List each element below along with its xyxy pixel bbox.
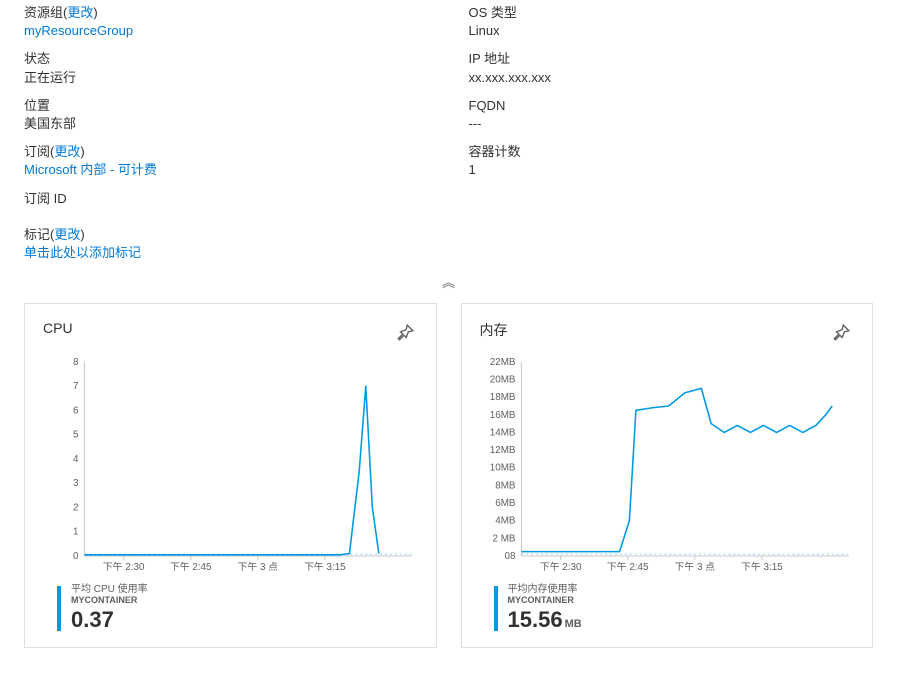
tags-add-link[interactable]: 单击此处以添加标记 xyxy=(24,244,873,262)
prop-value: --- xyxy=(469,115,874,133)
svg-text:7: 7 xyxy=(73,381,78,392)
subscription-change-link[interactable]: 更改 xyxy=(54,144,80,159)
svg-text:下午 2:45: 下午 2:45 xyxy=(606,560,648,573)
svg-text:18MB: 18MB xyxy=(489,392,515,403)
svg-text:2 MB: 2 MB xyxy=(492,533,515,544)
svg-text:16MB: 16MB xyxy=(489,410,515,421)
prop-label: FQDN xyxy=(469,97,874,115)
prop-label: 状态 xyxy=(24,50,429,68)
tags-change-link[interactable]: 更改 xyxy=(54,227,80,242)
svg-text:3: 3 xyxy=(73,478,79,489)
prop-location: 位置 美国东部 xyxy=(24,97,429,133)
prop-containers: 容器计数 1 xyxy=(469,143,874,179)
prop-value: Linux xyxy=(469,22,874,40)
svg-text:6MB: 6MB xyxy=(495,498,516,509)
svg-text:下午 3:15: 下午 3:15 xyxy=(741,560,783,573)
cpu-chart-svg: 0 1 2 3 4 5 6 7 8 下午 2:30 下午 2:45 下午 3 点 下午 3:15 xyxy=(43,354,418,576)
resource-group-change-link[interactable]: 更改 xyxy=(67,5,93,20)
prop-label: 订阅 ID xyxy=(24,190,429,208)
svg-text:下午 2:30: 下午 2:30 xyxy=(103,560,145,573)
svg-text:下午 2:30: 下午 2:30 xyxy=(539,560,581,573)
prop-value: 正在运行 xyxy=(24,69,429,87)
prop-label: 位置 xyxy=(24,97,429,115)
prop-subscription-id: 订阅 ID xyxy=(24,190,429,208)
svg-text:5: 5 xyxy=(73,430,79,441)
svg-text:下午 3:15: 下午 3:15 xyxy=(304,560,346,573)
svg-text:下午 2:45: 下午 2:45 xyxy=(170,560,212,573)
pin-button[interactable] xyxy=(828,320,854,346)
svg-text:1: 1 xyxy=(73,527,78,538)
svg-text:下午 3 点: 下午 3 点 xyxy=(674,560,715,573)
svg-text:12MB: 12MB xyxy=(489,445,515,456)
svg-text:4MB: 4MB xyxy=(495,516,516,527)
prop-label: 订阅(更改) xyxy=(24,143,429,161)
memory-chart-svg: 08 2 MB 4MB 6MB 8MB 10MB 12MB 14MB 16MB 18MB 20MB 2… xyxy=(480,354,855,576)
svg-text:22MB: 22MB xyxy=(489,357,515,368)
charts-row: CPU 0 1 2 3 4 5 6 7 8 下午 2:30 下午 2:45 下午 3 点 下午 3:15… xyxy=(24,303,873,648)
legend-color-bar xyxy=(494,586,498,632)
svg-text:8: 8 xyxy=(73,357,79,368)
prop-label: IP 地址 xyxy=(469,50,874,68)
prop-label: 资源组(更改) xyxy=(24,4,429,22)
svg-text:14MB: 14MB xyxy=(489,427,515,438)
pin-button[interactable] xyxy=(392,320,418,346)
prop-label: OS 类型 xyxy=(469,4,874,22)
pin-icon xyxy=(832,324,850,342)
prop-status: 状态 正在运行 xyxy=(24,50,429,86)
svg-text:08: 08 xyxy=(504,551,515,562)
chart-title: 内存 xyxy=(480,320,508,340)
prop-value: 美国东部 xyxy=(24,115,429,133)
svg-text:0: 0 xyxy=(73,551,79,562)
svg-text:下午 3 点: 下午 3 点 xyxy=(238,560,279,573)
prop-value: xx.xxx.xxx.xxx xyxy=(469,69,874,87)
chart-legend: 平均 CPU 使用率 MYCONTAINER 0.37 xyxy=(43,584,418,634)
svg-text:6: 6 xyxy=(73,405,79,416)
legend-series-label: 平均 CPU 使用率 xyxy=(71,584,418,596)
prop-ip: IP 地址 xx.xxx.xxx.xxx xyxy=(469,50,874,86)
legend-value: 0.37 xyxy=(71,607,418,633)
collapse-toggle[interactable]: ︽ xyxy=(24,272,873,291)
prop-tags: 标记(更改) 单击此处以添加标记 xyxy=(24,226,873,262)
legend-series-sub: MYCONTAINER xyxy=(508,595,855,605)
legend-series-sub: MYCONTAINER xyxy=(71,595,418,605)
legend-value: 15.56MB xyxy=(508,607,855,633)
subscription-value-link[interactable]: Microsoft 内部 - 可计费 xyxy=(24,161,429,179)
prop-label: 容器计数 xyxy=(469,143,874,161)
prop-label: 标记(更改) xyxy=(24,226,873,244)
chart-title: CPU xyxy=(43,320,73,336)
properties-grid: 资源组(更改) myResourceGroup 状态 正在运行 位置 美国东部 … xyxy=(24,4,873,218)
svg-text:10MB: 10MB xyxy=(489,463,515,474)
pin-icon xyxy=(396,324,414,342)
svg-text:20MB: 20MB xyxy=(489,375,515,386)
chart-legend: 平均内存使用率 MYCONTAINER 15.56MB xyxy=(480,584,855,634)
svg-text:2: 2 xyxy=(73,503,78,514)
legend-color-bar xyxy=(57,586,61,632)
prop-resource-group: 资源组(更改) myResourceGroup xyxy=(24,4,429,40)
properties-right-col: OS 类型 Linux IP 地址 xx.xxx.xxx.xxx FQDN --… xyxy=(469,4,874,218)
prop-fqdn: FQDN --- xyxy=(469,97,874,133)
prop-value: 1 xyxy=(469,161,874,179)
prop-os-type: OS 类型 Linux xyxy=(469,4,874,40)
chevron-double-up-icon: ︽ xyxy=(442,275,455,290)
properties-left-col: 资源组(更改) myResourceGroup 状态 正在运行 位置 美国东部 … xyxy=(24,4,429,218)
resource-group-value-link[interactable]: myResourceGroup xyxy=(24,22,429,40)
prop-subscription: 订阅(更改) Microsoft 内部 - 可计费 xyxy=(24,143,429,179)
memory-chart-card: 内存 08 2 MB 4MB 6MB 8MB 10MB 12MB 14MB 16MB 18MB 20… xyxy=(461,303,874,648)
legend-series-label: 平均内存使用率 xyxy=(508,584,855,596)
cpu-chart-card: CPU 0 1 2 3 4 5 6 7 8 下午 2:30 下午 2:45 下午 3 点 下午 3:15… xyxy=(24,303,437,648)
svg-text:8MB: 8MB xyxy=(495,480,516,491)
svg-text:4: 4 xyxy=(73,454,79,465)
